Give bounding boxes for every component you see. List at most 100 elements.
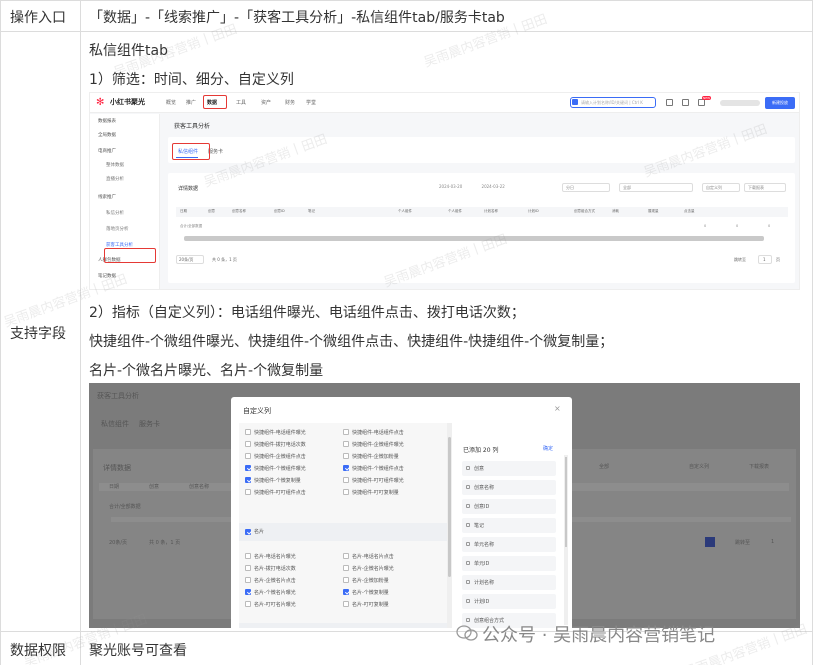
selected-field[interactable]: 笔记 [462,518,556,533]
selected-field[interactable]: 单元名称 [462,537,556,552]
sidebar-item[interactable]: 整体数据 [106,162,124,168]
column-checkbox[interactable] [245,477,251,483]
column-checkbox[interactable] [343,565,349,571]
column-option-label[interactable]: 快捷组件-叮叮复制量 [352,489,399,496]
summary-cost: 0 [704,224,707,228]
tab-service-card[interactable]: 服务卡 [208,148,223,155]
column-option-label[interactable]: 快捷组件-电话组件点击 [352,429,404,436]
confirm-button[interactable]: 确定 [543,445,553,452]
nav-item-academy[interactable]: 学堂 [306,99,316,106]
column-option-label[interactable]: 名片-电话名片曝光 [254,553,296,560]
column-option-label[interactable]: 快捷组件-企微组件点击 [254,453,306,460]
selected-field[interactable]: 计划ID [462,594,556,609]
nav-item-finance[interactable]: 财务 [285,99,295,106]
column-checkbox[interactable] [245,453,251,459]
bg-download: 下载报表 [749,464,770,470]
column-option-label[interactable]: 快捷组件-个微复制量 [254,477,301,484]
column-checkbox[interactable] [343,489,349,495]
table-border-top [0,0,813,1]
column-option-label[interactable]: 名片-企微名片曝光 [352,565,394,572]
sidebar-item[interactable]: 落地页分析 [106,226,129,232]
column-checkbox[interactable] [245,565,251,571]
bg-tab-service-card: 服务卡 [139,420,160,428]
sidebar-item[interactable]: 直播分析 [106,176,124,182]
footer-brand: 公众号 · 吴雨晨内容营销笔记 [482,625,716,646]
download-report-button[interactable]: 下载报表 [744,183,786,192]
custom-columns-button[interactable]: 自定义列 [702,183,740,192]
column-checkbox[interactable] [343,429,349,435]
new-campaign-button[interactable]: 新建投放 [765,97,795,109]
sidebar-item[interactable]: 私信分析 [106,210,124,216]
column-checkbox[interactable] [245,489,251,495]
column-checkbox[interactable] [343,453,349,459]
column-option-label[interactable]: 名片-叮叮复制量 [352,601,389,608]
column-option-label[interactable]: 名片-电话名片点击 [352,553,394,560]
column-checkbox[interactable] [343,441,349,447]
column-option-label[interactable]: 快捷组件-叮叮组件曝光 [352,477,404,484]
breakdown-select[interactable]: 分日 [562,183,610,192]
column-option-label[interactable]: 快捷组件-叮叮组件点击 [254,489,306,496]
column-checkbox[interactable] [245,441,251,447]
nav-item-overview[interactable]: 概览 [166,99,176,106]
selected-field[interactable]: 创意 [462,461,556,476]
column-checkbox[interactable] [343,589,349,595]
column-option-label[interactable]: 名片-叮叮名片曝光 [254,601,296,608]
search-input[interactable]: 请输入计划名称/ID/关键词 | Ctrl K [570,97,656,108]
column-checkbox[interactable] [343,465,349,471]
column-option-label[interactable]: 名片-拨打电话次数 [254,565,296,572]
column-checkbox[interactable] [245,601,251,607]
column-option-label[interactable]: 快捷组件-企微组件曝光 [352,441,404,448]
horizontal-scrollbar[interactable] [184,236,764,241]
bell-icon[interactable] [682,99,689,106]
close-icon[interactable]: × [554,404,561,413]
bg-goto: 跳转至 [735,540,751,546]
fields-line-card: 名片-个微名片曝光、名片-个微复制量 [89,363,324,379]
sidebar-item[interactable]: 电商推广 [98,148,116,154]
column-checkbox[interactable] [245,577,251,583]
selected-scrollbar-thumb[interactable] [565,457,567,547]
column-checkbox[interactable] [245,429,251,435]
column-option-label[interactable]: 快捷组件-个微组件点击 [352,465,404,472]
page-size-select[interactable]: 20条/页 [176,255,204,264]
column-header: 个人组件 [448,209,462,213]
column-checkbox[interactable] [245,553,251,559]
calendar-icon[interactable] [666,99,673,106]
date-range-picker[interactable]: 2024-03-20 2024-03-22 [436,183,534,192]
sidebar-item[interactable]: 线索推广 [98,194,116,200]
scope-select[interactable]: 全部 [619,183,693,192]
column-option-label[interactable]: 名片-个微复制量 [352,589,389,596]
selected-field[interactable]: 创意名称 [462,480,556,495]
column-option-label[interactable]: 快捷组件-拨打电话次数 [254,441,306,448]
date-from: 2024-03-20 [439,184,463,189]
sidebar-item[interactable]: 笔记数据 [98,273,116,279]
column-checkbox[interactable] [343,577,349,583]
lock-icon [466,580,470,584]
column-option-label[interactable]: 名片-个微名片曝光 [254,589,296,596]
sidebar-item[interactable]: 数据报表 [98,118,116,124]
column-checkbox[interactable] [245,465,251,471]
column-option-label[interactable]: 快捷组件-个微组件曝光 [254,465,306,472]
column-option-label[interactable]: 快捷组件-企微加粉量 [352,453,399,460]
goto-input[interactable]: 1 [758,255,772,264]
selected-field[interactable]: 计划名称 [462,575,556,590]
page-suffix: 页 [776,257,780,262]
column-checkbox[interactable] [343,477,349,483]
help-icon[interactable] [698,99,705,106]
options-scrollbar-thumb[interactable] [448,437,451,577]
group-checkbox[interactable] [245,529,251,535]
column-option-label[interactable]: 快捷组件-电话组件曝光 [254,429,306,436]
column-option-label[interactable]: 名片-企微加粉量 [352,577,389,584]
nav-item-promote[interactable]: 推广 [186,99,196,106]
column-checkbox[interactable] [245,589,251,595]
column-option-label[interactable]: 名片-企微名片点击 [254,577,296,584]
column-checkbox[interactable] [343,553,349,559]
column-checkbox[interactable] [343,601,349,607]
date-to: 2024-03-22 [481,184,505,189]
nav-item-tools[interactable]: 工具 [236,99,246,106]
nav-item-assets[interactable]: 资产 [261,99,271,106]
selected-field[interactable]: 创意ID [462,499,556,514]
selected-field[interactable]: 单元ID [462,556,556,571]
bg-page-size: 20条/页 [109,540,128,546]
bg-custom-columns: 自定义列 [689,464,710,470]
sidebar-item[interactable]: 全局数据 [98,132,116,138]
